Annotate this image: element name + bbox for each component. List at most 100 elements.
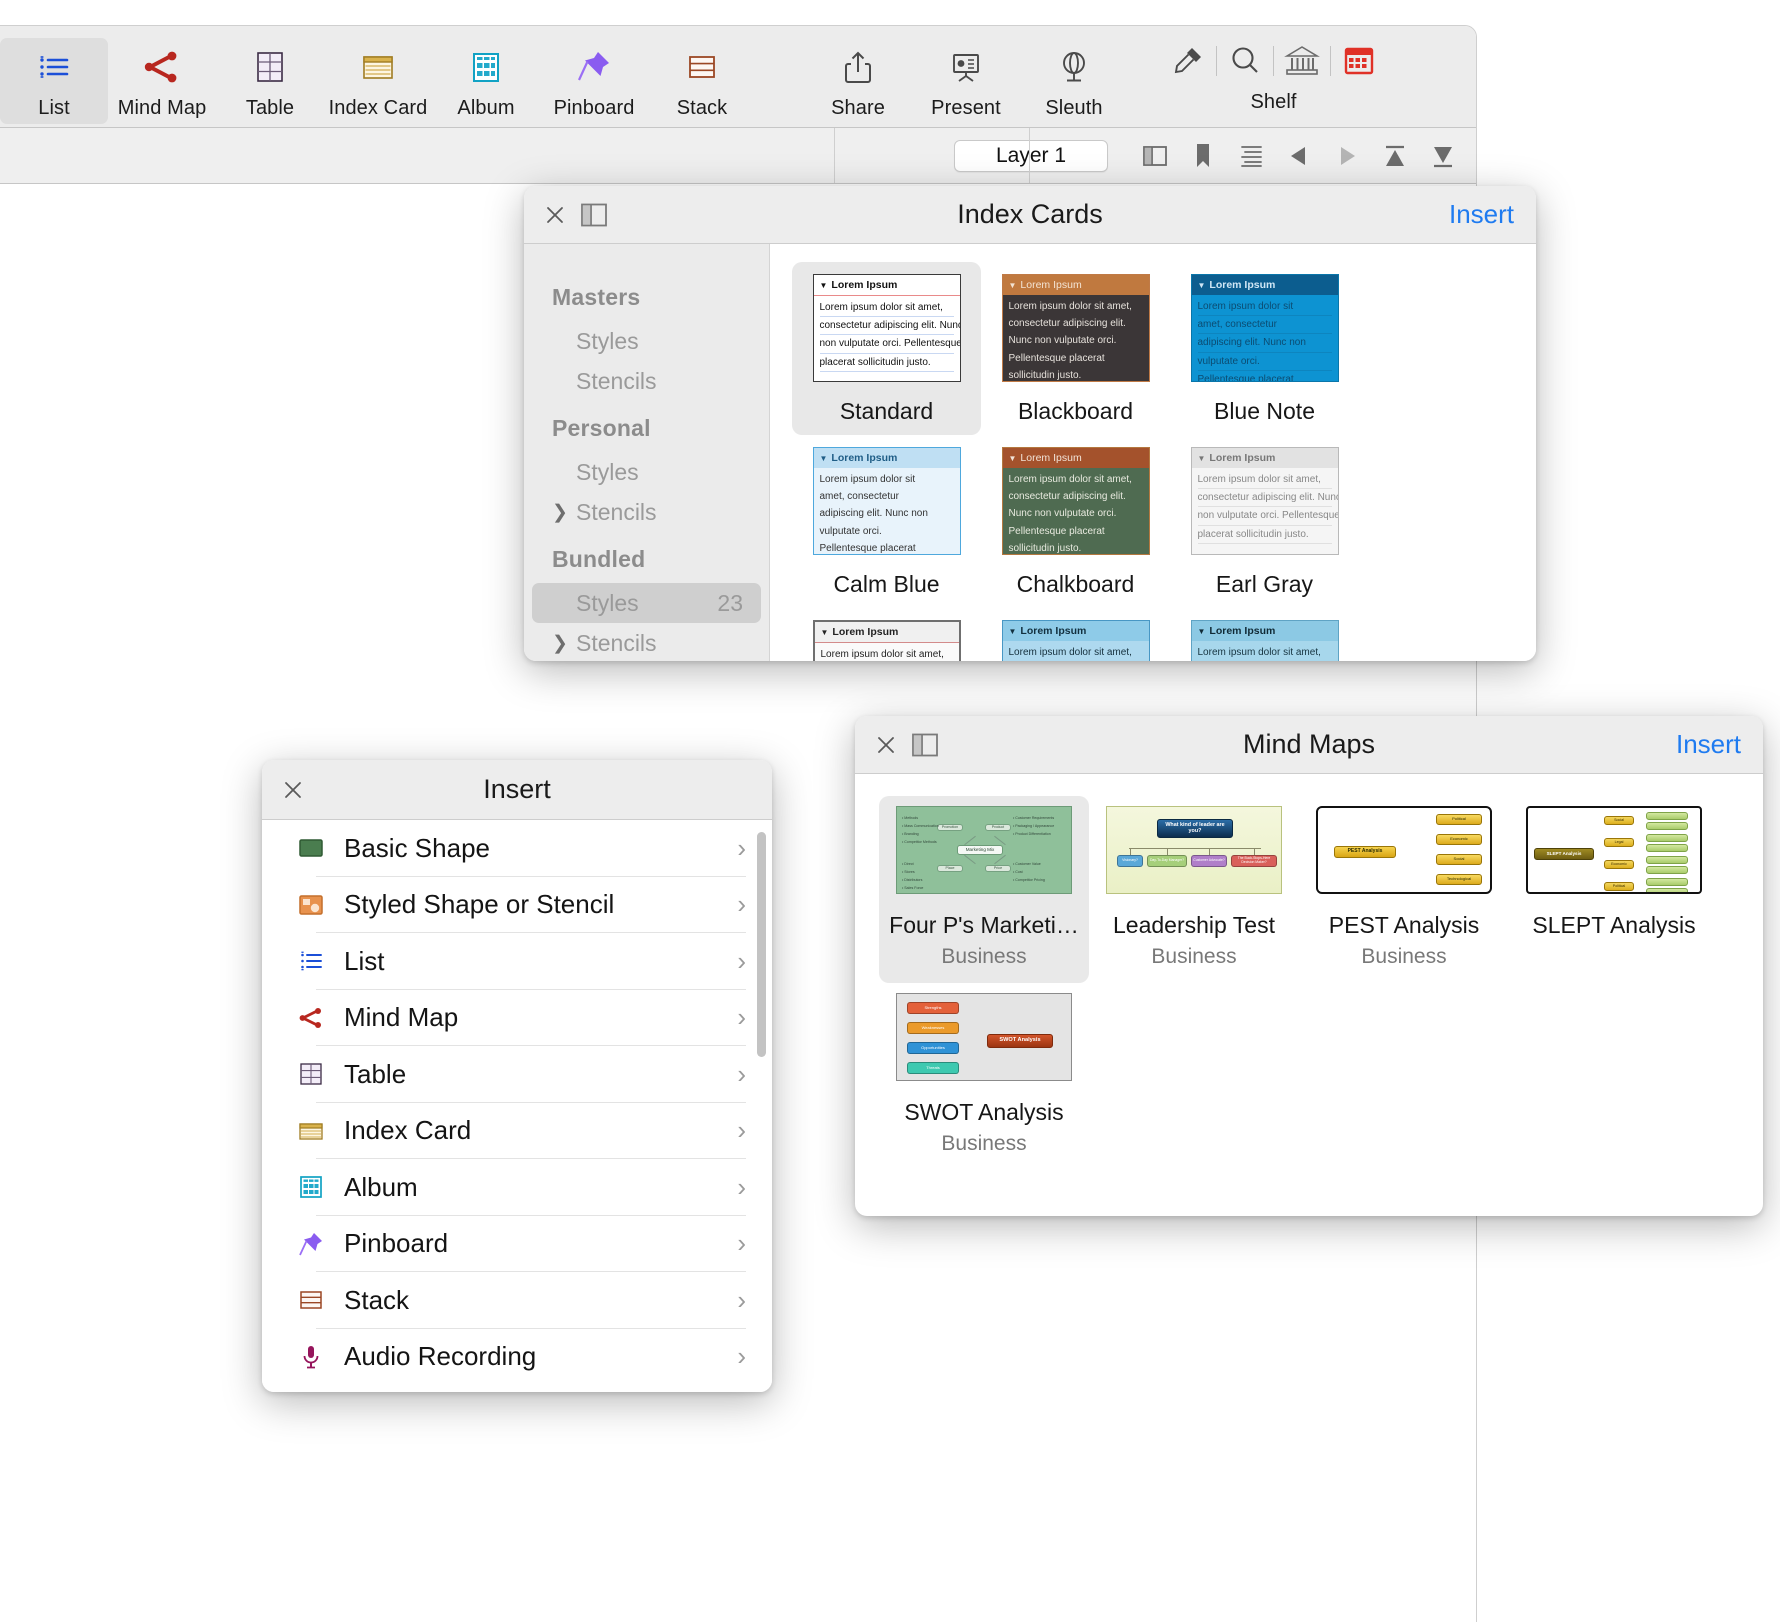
expand-all-icon[interactable] xyxy=(1426,139,1460,173)
sidebar-item-styles[interactable]: ❯Styles xyxy=(532,452,761,492)
index-card-thumbnail: ▼Lorem IpsumLorem ipsum dolor sit amet,c… xyxy=(813,274,961,382)
insert-item-index-card[interactable]: Index Card› xyxy=(262,1103,772,1160)
insert-item-audio-recording[interactable]: Audio Recording› xyxy=(262,1329,772,1386)
card-body: Lorem ipsum dolor sit amet,consectetur a… xyxy=(1192,468,1338,544)
card-body-line: Pellentesque placerat xyxy=(1009,523,1143,540)
close-icon[interactable] xyxy=(278,775,308,805)
insert-button[interactable]: Insert xyxy=(1449,199,1514,230)
search-icon[interactable] xyxy=(1217,42,1273,80)
toolbar-item-index-card[interactable]: Index Card xyxy=(324,38,432,124)
toolbar-item-share[interactable]: Share xyxy=(804,38,912,124)
toolbar-shelf-group: Shelf xyxy=(1160,38,1387,114)
chevron-right-icon: › xyxy=(737,1002,746,1033)
card-body: Lorem ipsum dolor sit amet,consectetur a… xyxy=(815,643,959,661)
bookmark-icon[interactable] xyxy=(1186,139,1220,173)
toolbar-item-list[interactable]: List xyxy=(0,38,108,124)
index-card-style-cell[interactable]: ▼Lorem IpsumLorem ipsum dolor sit amet,c… xyxy=(1170,435,1359,608)
sidebar-item-stencils[interactable]: ❯Stencils xyxy=(532,361,761,401)
index-card-style-cell[interactable]: ▼Lorem IpsumLorem ipsum dolor sitamet, c… xyxy=(1170,262,1359,435)
card-body: Lorem ipsum dolor sit amet,consectetur a… xyxy=(1003,295,1149,382)
toolbar-item-sleuth[interactable]: Sleuth xyxy=(1020,38,1128,124)
mind-map-template-cell[interactable]: SLEPT AnalysisSocialLegalEconomicPolitic… xyxy=(1509,796,1719,983)
thumb-connector xyxy=(994,836,1006,845)
index-card-thumbnail: ▼Lorem IpsumLorem ipsum dolor sitamet, c… xyxy=(813,447,961,555)
card-header-text: Lorem Ipsum xyxy=(831,279,897,291)
thumb-node: Customer Advocate? xyxy=(1191,855,1227,867)
card-body-line: amet, consectetur xyxy=(820,488,954,505)
toolbar-item-present[interactable]: Present xyxy=(912,38,1020,124)
sidebar-toggle-icon[interactable] xyxy=(909,729,941,761)
sidebar-item-stencils[interactable]: ❯Stencils xyxy=(532,492,761,532)
index-card-style-name: Earl Gray xyxy=(1216,571,1313,598)
mind-map-template-cell[interactable]: What kind of leader are you?Visionary?Da… xyxy=(1089,796,1299,983)
close-icon[interactable] xyxy=(871,730,901,760)
next-arrow-icon[interactable] xyxy=(1330,139,1364,173)
index-card-style-cell[interactable]: ▼Lorem IpsumLorem ipsum dolor sit amet,c… xyxy=(1170,608,1359,661)
toolbar-item-stack[interactable]: Stack xyxy=(648,38,756,124)
close-icon[interactable] xyxy=(540,200,570,230)
index-card-style-cell[interactable]: ▼Lorem IpsumLorem ipsum dolor sit amet,c… xyxy=(981,435,1170,608)
index-cards-grid: ▼Lorem IpsumLorem ipsum dolor sit amet,c… xyxy=(770,244,1536,661)
disclosure-triangle-icon: ▼ xyxy=(821,628,829,637)
index-cards-header: Index Cards Insert xyxy=(524,186,1536,244)
mind-map-template-category: Business xyxy=(941,945,1026,969)
insert-item-table[interactable]: Table› xyxy=(262,1046,772,1103)
toolbar-item-label: Present xyxy=(931,97,1001,120)
toolbar-item-table[interactable]: Table xyxy=(216,38,324,124)
index-card-style-cell[interactable]: ▼Lorem IpsumLorem ipsum dolor sit amet,c… xyxy=(792,262,981,435)
sidebar-split-icon[interactable] xyxy=(1138,139,1172,173)
sidebar-item-stencils[interactable]: ❯Stencils xyxy=(532,623,761,661)
insert-item-pinboard[interactable]: Pinboard› xyxy=(262,1216,772,1273)
mind-map-template-cell[interactable]: PEST AnalysisPoliticalEconomicSocialTech… xyxy=(1299,796,1509,983)
insert-item-album[interactable]: Album› xyxy=(262,1159,772,1216)
mind-map-template-cell[interactable]: SWOT AnalysisStrengthsWeaknessesOpportun… xyxy=(879,983,1089,1170)
mind-map-template-cell[interactable]: Marketing MixPromotionProductPlacePrice•… xyxy=(879,796,1089,983)
mind-map-thumbnail: SWOT AnalysisStrengthsWeaknessesOpportun… xyxy=(896,993,1072,1081)
thumb-node: Weaknesses xyxy=(907,1022,959,1034)
thumb-center-node: PEST Analysis xyxy=(1334,846,1396,858)
card-body-line: amet, consectetur xyxy=(1198,316,1332,334)
layer-field[interactable]: Layer 1 xyxy=(954,140,1108,172)
index-card-style-cell[interactable]: ▼Lorem IpsumLorem ipsum dolor sit amet,c… xyxy=(981,608,1170,661)
sidebar-item-styles[interactable]: ❯Styles23 xyxy=(532,583,761,623)
insert-item-label: Mind Map xyxy=(330,1002,737,1033)
toolbar-item-pinboard[interactable]: Pinboard xyxy=(540,38,648,124)
insert-item-styled-shape-or-stencil[interactable]: Styled Shape or Stencil› xyxy=(262,877,772,934)
thumb-node: Social xyxy=(1436,854,1482,865)
insert-item-basic-shape[interactable]: Basic Shape› xyxy=(262,820,772,877)
sidebar-group-title: Bundled xyxy=(524,532,769,583)
card-header-text: Lorem Ipsum xyxy=(1209,625,1275,637)
prev-arrow-icon[interactable] xyxy=(1282,139,1316,173)
collapse-all-icon[interactable] xyxy=(1378,139,1412,173)
card-header-text: Lorem Ipsum xyxy=(831,452,897,464)
insert-item-list[interactable]: List› xyxy=(262,933,772,990)
inspector-icon[interactable] xyxy=(1331,42,1387,80)
mind-map-thumbnail: SLEPT AnalysisSocialLegalEconomicPolitic… xyxy=(1526,806,1702,894)
sidebar-group-title: Personal xyxy=(524,401,769,452)
mind-map-thumbnail: Marketing MixPromotionProductPlacePrice•… xyxy=(896,806,1072,894)
insert-item-stack[interactable]: Stack› xyxy=(262,1272,772,1329)
index-card-style-cell[interactable]: ▼Lorem IpsumLorem ipsum dolor sitamet, c… xyxy=(792,435,981,608)
index-card-style-cell[interactable]: ▼Lorem IpsumLorem ipsum dolor sit amet,c… xyxy=(792,608,981,661)
chevron-right-icon: › xyxy=(737,1059,746,1090)
card-header: ▼Lorem Ipsum xyxy=(815,622,959,643)
insert-item-label: Table xyxy=(330,1059,737,1090)
card-body-line: Lorem ipsum dolor sit amet, xyxy=(1009,471,1143,488)
card-header-text: Lorem Ipsum xyxy=(1020,625,1086,637)
insert-button[interactable]: Insert xyxy=(1676,729,1741,760)
thumb-node: Legal xyxy=(1604,838,1634,847)
library-icon[interactable] xyxy=(1274,42,1330,80)
card-body-line: Pellentesque placerat xyxy=(1198,371,1332,382)
eyedropper-icon[interactable] xyxy=(1160,42,1216,80)
card-body-line: adipiscing elit. Nunc non xyxy=(820,505,954,522)
index-card-style-cell[interactable]: ▼Lorem IpsumLorem ipsum dolor sit amet,c… xyxy=(981,262,1170,435)
insert-item-mind-map[interactable]: Mind Map› xyxy=(262,990,772,1047)
outline-icon[interactable] xyxy=(1234,139,1268,173)
toolbar-item-label: Album xyxy=(457,97,514,120)
sidebar-item-styles[interactable]: ❯Styles xyxy=(532,321,761,361)
sidebar-toggle-icon[interactable] xyxy=(578,199,610,231)
toolbar-item-mind-map[interactable]: Mind Map xyxy=(108,38,216,124)
card-body-line: Pellentesque placerat xyxy=(1009,350,1143,367)
toolbar-item-album[interactable]: Album xyxy=(432,38,540,124)
thumb-node: Day-To-Day Manager? xyxy=(1147,855,1187,867)
